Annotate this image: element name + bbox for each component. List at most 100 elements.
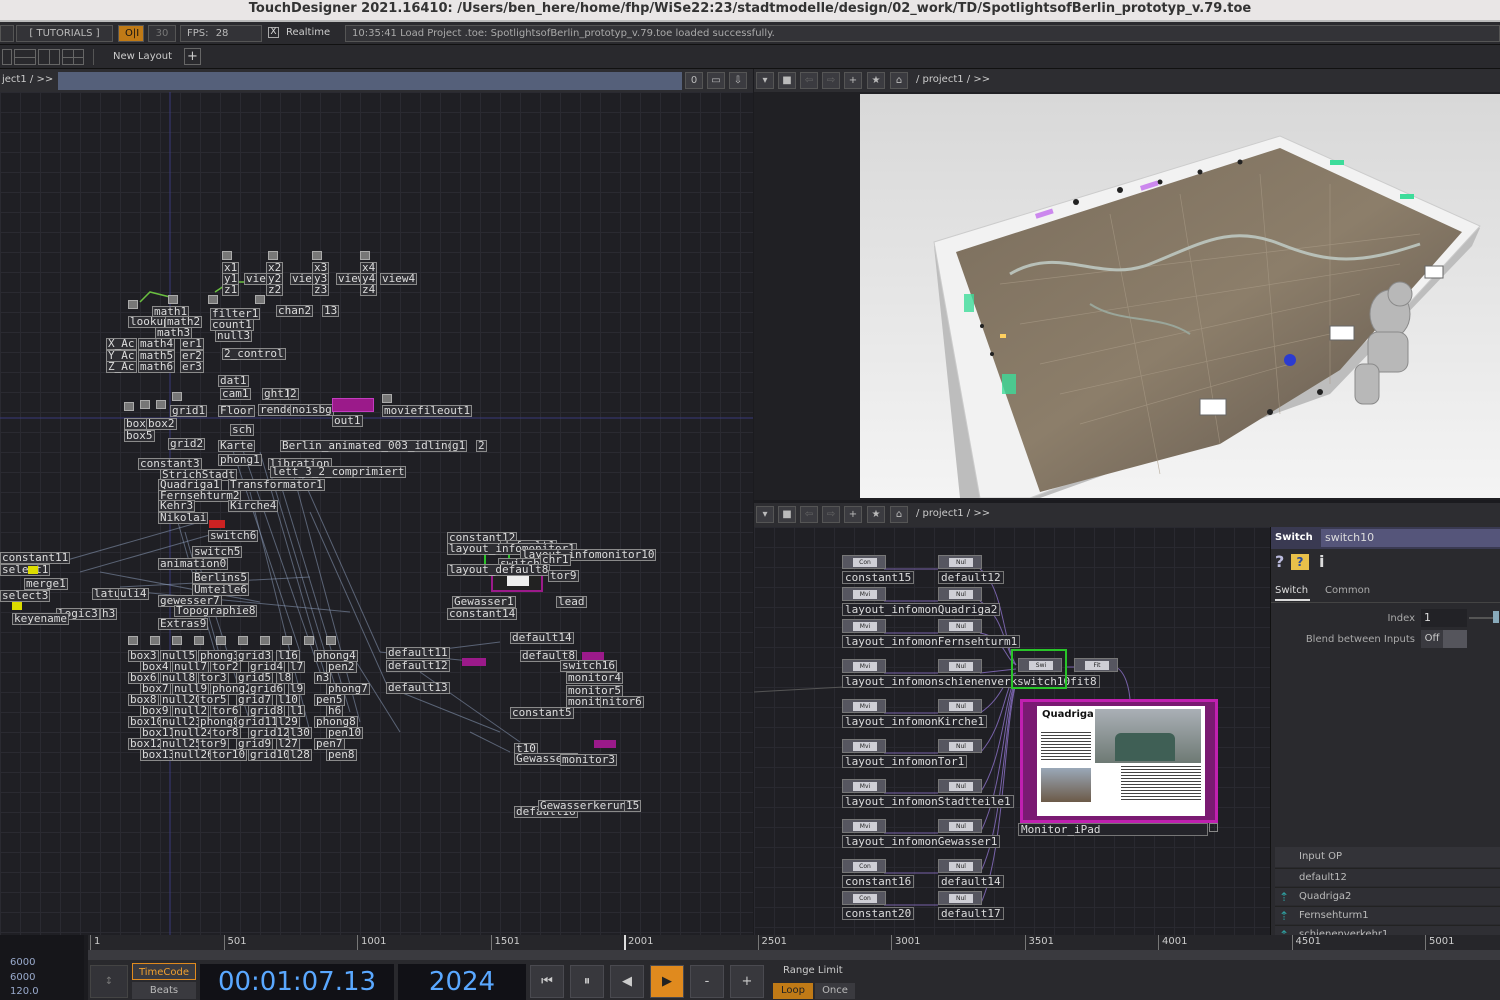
op-node[interactable]: default12 — [386, 660, 450, 672]
op-node[interactable]: default13 — [386, 682, 450, 694]
3d-render-view[interactable] — [860, 94, 1500, 498]
node-label[interactable]: layout_infomonStadtteile1 — [842, 795, 1014, 808]
forward-icon[interactable]: ⇨ — [822, 72, 840, 89]
layout-preset-4-icon[interactable] — [62, 49, 84, 65]
index-field[interactable]: 1 — [1421, 609, 1467, 627]
node-tile[interactable] — [326, 636, 336, 645]
node-label[interactable]: layout_infomonQuadriga2 — [842, 603, 1001, 616]
op-node[interactable]: Nikolai — [158, 512, 209, 524]
op-node[interactable]: null3 — [215, 330, 253, 342]
node-tile[interactable] — [128, 300, 138, 309]
op-node[interactable]: grid10 — [248, 749, 292, 761]
node-tile[interactable] — [168, 295, 178, 304]
node-label[interactable]: constant20 — [842, 907, 915, 920]
star-icon[interactable]: ★ — [867, 72, 885, 89]
op-node[interactable]: Mvi — [842, 699, 886, 713]
node-tile[interactable] — [216, 636, 226, 645]
op-name-field[interactable]: switch10 — [1321, 529, 1500, 547]
op-node[interactable]: Berlin_animated_003_idling — [280, 440, 457, 452]
op-node[interactable]: nitor6 — [600, 696, 644, 708]
op-node[interactable]: Mvi — [842, 587, 886, 601]
3d-viewer-panel[interactable] — [754, 92, 1500, 500]
node-label[interactable]: default17 — [938, 907, 1004, 920]
movie-out-thumbnail[interactable] — [332, 398, 374, 412]
network-path-right[interactable]: / project1 / >> — [916, 508, 990, 519]
op-node[interactable]: 2 — [288, 388, 299, 400]
node-label[interactable]: constant16 — [842, 875, 915, 888]
op-node[interactable]: cam1 — [220, 388, 251, 400]
node-tile[interactable] — [222, 251, 232, 260]
op-node[interactable]: g1 — [450, 440, 468, 452]
drag-handle-icon[interactable]: ⇡ — [1279, 909, 1293, 923]
op-node[interactable]: dat1 — [218, 375, 249, 387]
op-node[interactable]: uli4 — [118, 588, 149, 600]
op-node[interactable]: pen8 — [326, 749, 357, 761]
null-node[interactable]: Nul — [938, 555, 982, 569]
op-node[interactable]: monitor3 — [560, 754, 617, 766]
op-node[interactable]: math6 — [138, 361, 176, 373]
null-node[interactable]: Nul — [938, 739, 982, 753]
null-node[interactable]: Nul — [938, 659, 982, 673]
op-node[interactable]: 2_control — [222, 348, 286, 360]
op-node[interactable]: animation0 — [158, 558, 229, 570]
input-op-name[interactable]: default12 — [1299, 872, 1347, 883]
step-back-button[interactable]: - — [690, 965, 724, 998]
node-tile[interactable] — [172, 392, 182, 401]
tab-common[interactable]: Common — [1325, 585, 1370, 596]
op-node[interactable]: h3 — [100, 608, 118, 620]
input-op-row[interactable]: ⇡ Quadriga2 — [1275, 887, 1500, 905]
fit8-node[interactable]: Fit — [1074, 658, 1118, 672]
tab-switch[interactable]: Switch — [1275, 585, 1311, 601]
node-tile[interactable] — [304, 636, 314, 645]
layout-preset-1-icon[interactable] — [2, 49, 12, 65]
op-node[interactable]: er3 — [180, 361, 204, 373]
op-node[interactable]: Floor — [218, 405, 256, 417]
network-editor-left[interactable]: x1 x2 x3 x4 y1 view1 y2 view2 y3 view3 y… — [0, 92, 753, 935]
playhead[interactable] — [624, 935, 626, 950]
node-label[interactable]: default14 — [938, 875, 1004, 888]
node-label[interactable]: layout_infomonFernsehturm1 — [842, 635, 1021, 648]
op-node[interactable]: Z_Ac — [106, 361, 137, 373]
play-icon[interactable]: ▶ — [650, 965, 684, 998]
monitor-label[interactable]: Monitor_iPad — [1018, 823, 1208, 836]
frame-display[interactable]: 2024 — [398, 964, 526, 1000]
node-tile[interactable] — [268, 251, 278, 260]
network-editor-right[interactable]: Con Nul constant15 default12 Mvi Nul layout_in… — [754, 527, 1270, 935]
op-node[interactable]: Extras9 — [158, 618, 209, 630]
node-tile[interactable] — [194, 636, 204, 645]
timecode-button[interactable]: TimeCode — [132, 963, 196, 980]
input-op-row[interactable]: default12 — [1275, 868, 1500, 886]
node-tile[interactable] — [282, 636, 292, 645]
switch10-node[interactable]: Swi — [1018, 658, 1062, 672]
op-node[interactable]: z3 — [312, 284, 330, 296]
op-node[interactable]: moviefileout1 — [382, 405, 473, 417]
node-label[interactable]: layout_infomonKirche1 — [842, 715, 988, 728]
dropdown-icon[interactable]: ▾ — [756, 72, 774, 89]
op-node[interactable]: keyename — [12, 613, 69, 625]
timeline-toggle[interactable]: ↕ — [90, 965, 128, 998]
node-tile[interactable] — [255, 295, 265, 304]
drag-handle-icon[interactable]: ⇡ — [1279, 928, 1293, 935]
op-node[interactable]: lead — [556, 596, 587, 608]
input-op-row[interactable]: ⇡ schienenverkehr1 — [1275, 925, 1500, 935]
info-icon[interactable]: i — [1319, 552, 1324, 571]
op-node[interactable]: sch — [230, 424, 254, 436]
op-node[interactable]: noisbg — [290, 404, 334, 416]
download-icon[interactable]: ⇩ — [729, 72, 747, 89]
add-icon[interactable]: + — [844, 72, 862, 89]
window-icon[interactable]: ▭ — [707, 72, 725, 89]
viewer-path[interactable]: / project1 / >> — [916, 74, 990, 85]
stop-icon[interactable]: ■ — [778, 506, 796, 523]
home-icon[interactable]: ⌂ — [890, 506, 908, 523]
op-node[interactable]: phong1 — [218, 454, 262, 466]
python-help-icon[interactable]: ? — [1291, 554, 1309, 570]
op-node[interactable]: grid2 — [168, 438, 206, 450]
back-icon[interactable]: ⇦ — [800, 506, 818, 523]
op-node[interactable]: Transformator1 — [228, 479, 325, 491]
input-op-row[interactable]: ⇡ Fernsehturm1 — [1275, 906, 1500, 924]
op-node[interactable]: Mvi — [842, 659, 886, 673]
home-icon[interactable]: ⌂ — [890, 72, 908, 89]
add-layout-button[interactable]: + — [184, 48, 201, 65]
loop-button[interactable]: Loop — [773, 983, 813, 999]
node-tile[interactable] — [156, 400, 166, 409]
